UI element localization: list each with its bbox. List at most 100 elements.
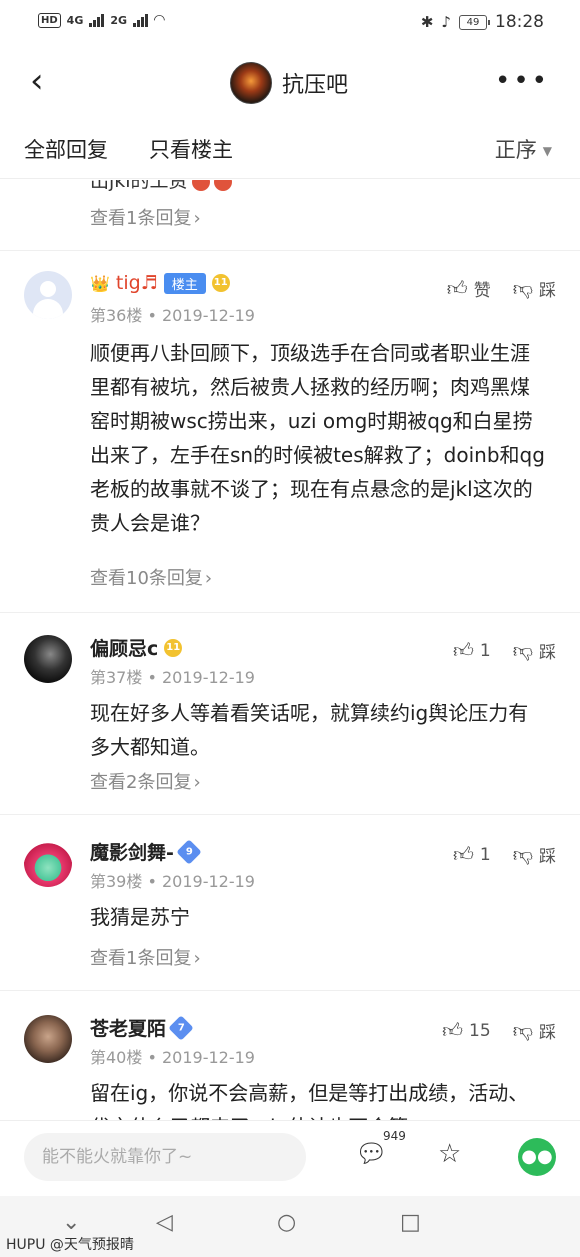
dislike-label: 踩: [539, 281, 556, 301]
post-actions: 👍︎ 赞 👎︎ 踩: [447, 276, 556, 301]
reply-feed[interactable]: 出jkl的工资 查看1条回复 › 👑 tig♬ 楼主 11 第36楼 • 2019…: [0, 180, 580, 1120]
dislike-button[interactable]: 👎︎ 踩: [513, 1018, 556, 1043]
comment-icon[interactable]: 💬︎: [355, 1139, 388, 1169]
view-replies-label: 查看1条回复: [90, 948, 192, 969]
post-date: 2019-12-19: [161, 668, 255, 687]
post-content: 留在ig，你说不会高薪，但是等打出成绩，活动、代言什么又都来了，ig估计也不会算: [90, 1081, 529, 1120]
thumb-down-icon: 👎︎: [512, 276, 533, 300]
back-arrow-icon[interactable]: ‹: [30, 64, 44, 98]
tab-all-replies[interactable]: 全部回复: [24, 134, 108, 164]
level-badge: 7: [168, 1014, 194, 1041]
like-button[interactable]: 👍︎ 15: [442, 1018, 491, 1043]
avatar[interactable]: [24, 839, 72, 887]
more-icon[interactable]: •••: [495, 66, 550, 96]
comment-count: 949: [383, 1129, 406, 1143]
reply-input[interactable]: 能不能火就靠你了~: [24, 1133, 306, 1181]
dislike-button[interactable]: 👎︎ 踩: [513, 842, 556, 867]
divider: [0, 612, 580, 613]
battery-icon: 49: [459, 14, 490, 30]
bottom-action-bar: 能不能火就靠你了~ 💬︎ 949 ☆ ●●: [0, 1120, 580, 1197]
like-button[interactable]: 👍︎ 1: [453, 638, 491, 663]
level-number: 7: [177, 1021, 185, 1033]
view-replies-label: 查看1条回复: [90, 208, 192, 229]
username[interactable]: 魔影剑舞- 9: [90, 838, 202, 865]
signal-icon-2: [133, 13, 149, 27]
nav-recents-icon[interactable]: □: [400, 1210, 421, 1235]
forum-title: 抗压吧: [282, 73, 349, 98]
chevron-right-icon: ›: [204, 568, 213, 589]
avatar[interactable]: [24, 1015, 72, 1063]
post-meta: 第40楼 • 2019-12-19: [90, 1048, 255, 1067]
chevron-right-icon: ›: [193, 772, 201, 793]
post-meta: 第39楼 • 2019-12-19: [90, 872, 255, 891]
divider: [0, 250, 580, 251]
like-count: 1: [479, 640, 491, 661]
dislike-button[interactable]: 👎︎ 踩: [513, 276, 556, 301]
dislike-button[interactable]: 👎︎ 踩: [513, 638, 556, 663]
watermark: HUPU @天气预报晴: [6, 1237, 134, 1253]
dislike-label: 踩: [539, 643, 556, 663]
forum-header[interactable]: 抗压吧: [230, 62, 348, 104]
avatar[interactable]: [24, 635, 72, 683]
nav-back-icon[interactable]: ◁: [156, 1210, 173, 1235]
username[interactable]: 苍老夏陌 7: [90, 1014, 194, 1041]
status-left: HD 4G 2G ◠: [38, 12, 165, 28]
post-content: 顺便再八卦回顾下，顶级选手在合同或者职业生涯里都有被坑，然后被贵人拯救的经历啊；…: [90, 341, 545, 535]
like-button[interactable]: 👍︎ 1: [453, 842, 491, 867]
like-button[interactable]: 👍︎ 赞: [447, 276, 491, 301]
forum-avatar: [230, 62, 272, 104]
username-text: 偏顾忌c: [90, 638, 159, 660]
username[interactable]: 偏顾忌c 11: [90, 634, 183, 661]
wifi-icon: ◠: [154, 12, 165, 28]
clock: 18:28: [495, 12, 544, 32]
post-date: 2019-12-19: [161, 872, 255, 891]
chevron-down-icon[interactable]: ⌄: [62, 1210, 80, 1235]
view-replies-label: 查看10条回复: [90, 568, 203, 589]
view-replies-link[interactable]: 查看1条回复 ›: [90, 944, 201, 970]
post-actions: 👍︎ 1 👎︎ 踩: [453, 842, 556, 867]
network-2g: 2G: [110, 13, 128, 27]
view-replies-label: 查看2条回复: [90, 772, 192, 793]
username[interactable]: 👑 tig♬ 楼主 11: [90, 272, 230, 294]
thumb-up-icon: 👍︎: [452, 638, 474, 662]
status-right: ✱ ♪ 49 18:28: [421, 12, 544, 32]
floor-number: 第37楼: [90, 668, 143, 687]
thumb-up-icon: 👍︎: [452, 842, 474, 866]
view-replies-link[interactable]: 查看1条回复 ›: [90, 204, 201, 230]
username-text: 苍老夏陌: [90, 1018, 167, 1040]
sort-label: 正序: [494, 138, 537, 162]
emoji-icon: [213, 180, 232, 191]
reply-tabs: 全部回复 只看楼主 正序 ▼: [0, 126, 580, 179]
nav-home-icon[interactable]: ○: [277, 1210, 296, 1235]
wechat-icon[interactable]: ●●: [518, 1138, 556, 1176]
avatar[interactable]: [24, 271, 72, 319]
emoji-icon: [191, 180, 210, 191]
post-meta: 第36楼 • 2019-12-19: [90, 306, 255, 325]
tab-op-only[interactable]: 只看楼主: [149, 134, 233, 164]
status-bar: HD 4G 2G ◠ ✱ ♪ 49 18:28: [0, 0, 580, 46]
crown-icon: 👑: [90, 273, 110, 293]
network-4g: 4G: [66, 13, 84, 27]
caret-down-icon: ▼: [542, 144, 552, 158]
op-badge: 楼主: [163, 272, 206, 294]
sort-dropdown[interactable]: 正序 ▼: [495, 134, 552, 164]
chevron-right-icon: ›: [193, 208, 201, 229]
level-badge: 9: [176, 838, 202, 865]
star-icon[interactable]: ☆: [438, 1139, 461, 1169]
view-replies-link[interactable]: 查看10条回复 ›: [90, 564, 212, 590]
post-date: 2019-12-19: [161, 306, 255, 325]
partial-post-text: 出jkl的工资: [90, 180, 188, 192]
title-bar: ‹ 抗压吧 •••: [0, 52, 580, 114]
hd-icon: HD: [38, 12, 61, 28]
signal-icon: [89, 13, 105, 27]
floor-number: 第39楼: [90, 872, 143, 891]
thumb-down-icon: 👎︎: [512, 1018, 533, 1042]
username-text: tig♬: [115, 272, 158, 294]
like-count: 赞: [473, 281, 491, 301]
like-count: 15: [469, 1020, 491, 1041]
like-count: 1: [479, 844, 491, 865]
post-date: 2019-12-19: [161, 1048, 255, 1067]
view-replies-link[interactable]: 查看2条回复 ›: [90, 768, 201, 794]
thumb-down-icon: 👎︎: [512, 842, 533, 866]
thumb-up-icon: 👍︎: [442, 1018, 464, 1042]
